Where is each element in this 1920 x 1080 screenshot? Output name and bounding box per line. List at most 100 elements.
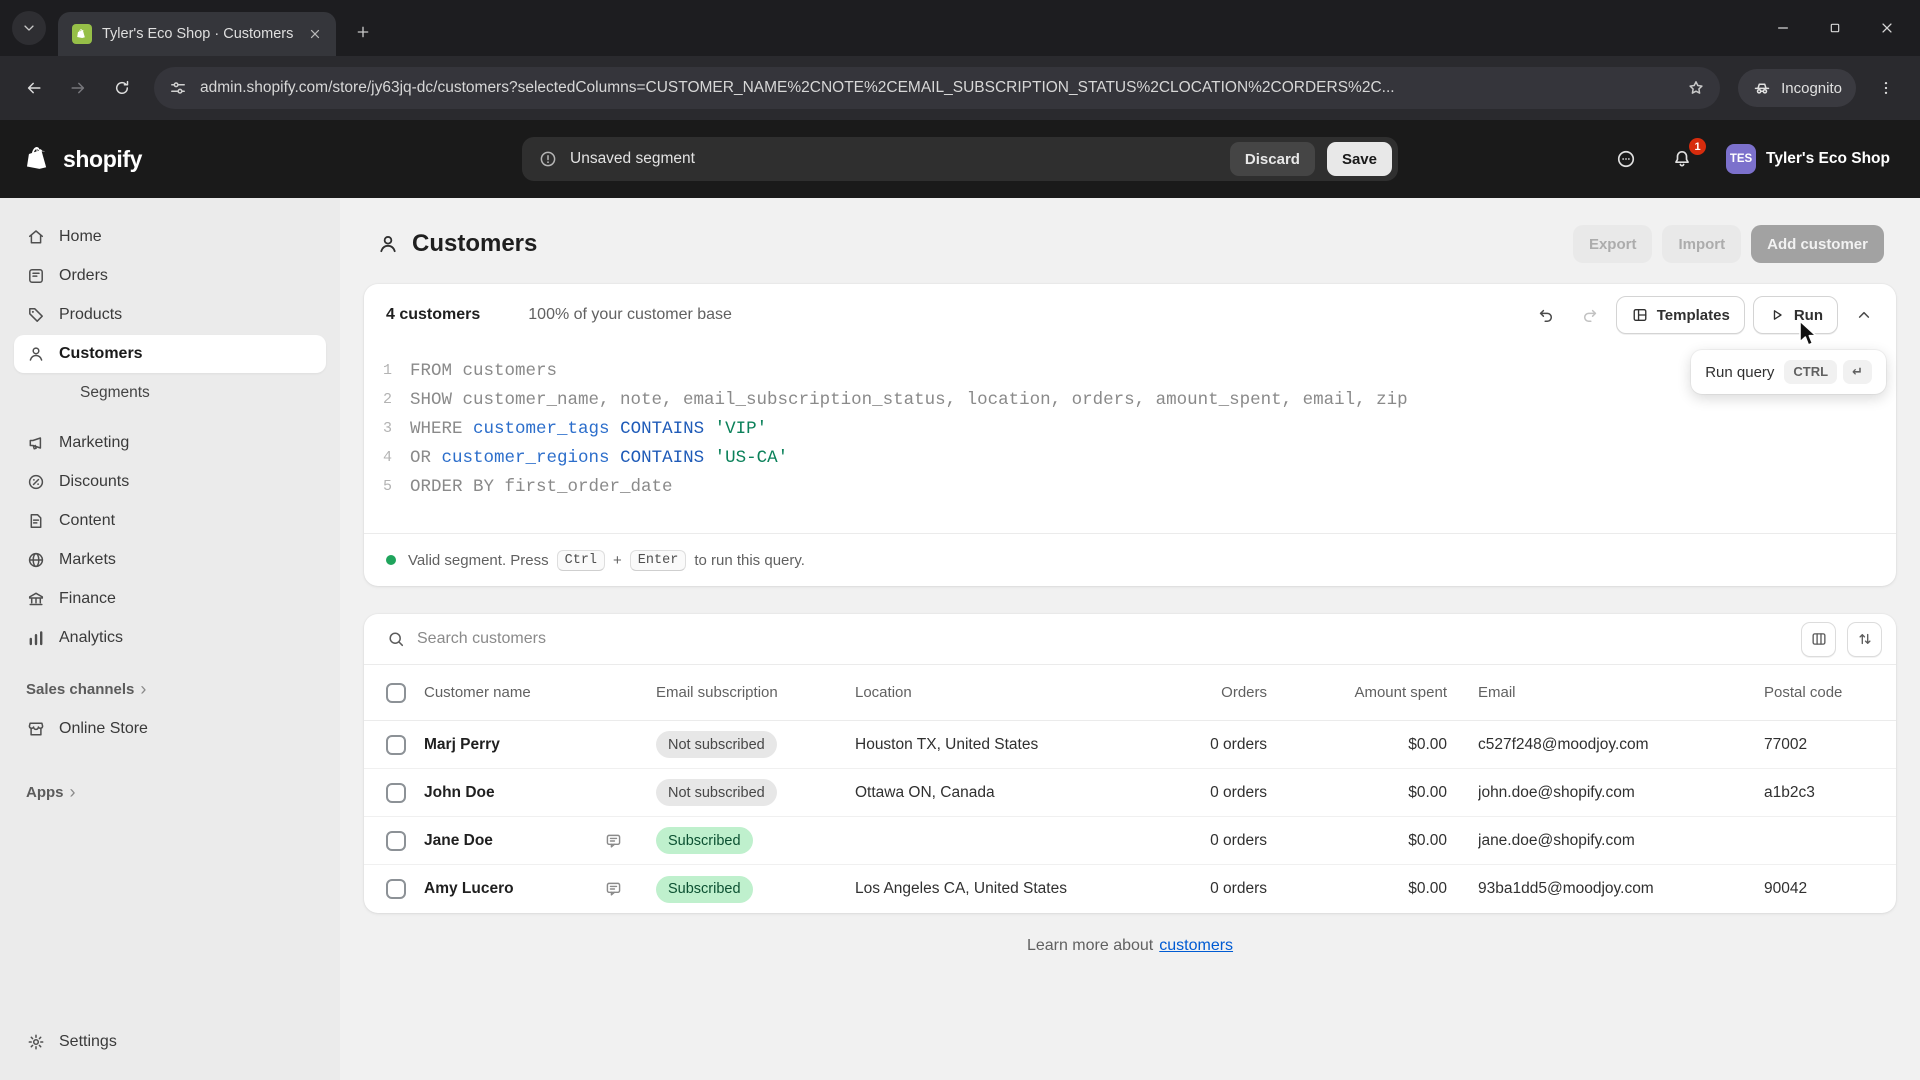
- status-plus: +: [613, 551, 622, 569]
- add-customer-button[interactable]: Add customer: [1751, 225, 1884, 263]
- bookmark-button[interactable]: [1680, 72, 1712, 104]
- sidebar-item-online-store[interactable]: Online Store: [14, 710, 326, 748]
- tab-title: Tyler's Eco Shop · Customers · S...: [102, 26, 294, 42]
- sidebar-item-settings[interactable]: Settings: [14, 1023, 326, 1061]
- browser-menu-button[interactable]: [1866, 68, 1906, 108]
- sidebar-item-markets[interactable]: Markets: [14, 541, 326, 579]
- location-cell: Los Angeles CA, United States: [855, 880, 1067, 897]
- sidebar-section-apps[interactable]: Apps ›: [14, 775, 326, 809]
- tab-close-button[interactable]: [304, 23, 326, 45]
- page-title: Customers: [412, 230, 538, 257]
- sidebar-item-marketing[interactable]: Marketing: [14, 424, 326, 462]
- window-minimize-button[interactable]: [1764, 9, 1802, 47]
- customer-name-link[interactable]: Marj Perry: [424, 736, 500, 753]
- footer-customers-link[interactable]: customers: [1159, 937, 1233, 955]
- alert-circle-icon: [538, 149, 558, 169]
- sidebar-item-orders[interactable]: Orders: [14, 257, 326, 295]
- column-header[interactable]: Amount spent: [1267, 684, 1447, 701]
- subscription-badge: Subscribed: [656, 875, 753, 903]
- row-checkbox[interactable]: [386, 879, 406, 899]
- topbar-right: 1 TES Tyler's Eco Shop: [1608, 137, 1896, 181]
- search-customers-input[interactable]: [417, 630, 1790, 648]
- sidebar-item-home[interactable]: Home: [14, 218, 326, 256]
- columns-icon: [1810, 630, 1828, 648]
- back-button[interactable]: [14, 68, 54, 108]
- column-header[interactable]: Location: [855, 684, 1195, 701]
- main-content: Customers Export Import Add customer 4 c…: [340, 198, 1920, 1080]
- postal-code-cell: a1b2c3: [1764, 783, 1815, 801]
- sidebar-item-customers[interactable]: Customers: [14, 335, 326, 373]
- store-icon: [26, 719, 46, 739]
- discard-button[interactable]: Discard: [1229, 142, 1315, 176]
- window-close-button[interactable]: [1868, 9, 1906, 47]
- export-button[interactable]: Export: [1572, 225, 1653, 263]
- column-header[interactable]: Customer name: [424, 684, 656, 701]
- subscription-badge: Not subscribed: [656, 731, 777, 758]
- column-header[interactable]: Postal code: [1764, 684, 1896, 701]
- run-button[interactable]: Run: [1752, 296, 1838, 334]
- segment-count: 4 customers: [386, 306, 481, 323]
- customer-name-link[interactable]: John Doe: [424, 784, 495, 801]
- location-cell: Houston TX, United States: [855, 735, 1039, 753]
- discounts-icon: [26, 472, 46, 492]
- table-header-row: Customer name Email subscription Location O…: [364, 664, 1896, 721]
- shopify-logo[interactable]: shopify: [24, 144, 142, 174]
- table-row[interactable]: Amy Lucero Subscribed Los Angeles CA, Un…: [364, 865, 1896, 913]
- sidebar-item-content[interactable]: Content: [14, 502, 326, 540]
- table-row[interactable]: Jane Doe Subscribed 0 orders $0.00 jane.…: [364, 817, 1896, 865]
- sidebar-item-products[interactable]: Products: [14, 296, 326, 334]
- customer-name-link[interactable]: Jane Doe: [424, 832, 493, 849]
- sidebar-item-discounts[interactable]: Discounts: [14, 463, 326, 501]
- url-text[interactable]: admin.shopify.com/store/jy63jq-dc/custom…: [200, 79, 1668, 97]
- customer-list-card: Customer nameEmail subscriptionLocationO…: [364, 614, 1896, 913]
- home-icon: [26, 227, 46, 247]
- table-row[interactable]: Marj Perry Not subscribed Houston TX, Un…: [364, 721, 1896, 769]
- row-checkbox[interactable]: [386, 734, 406, 755]
- address-bar[interactable]: admin.shopify.com/store/jy63jq-dc/custom…: [154, 67, 1721, 109]
- new-tab-button[interactable]: [346, 15, 380, 49]
- reload-button[interactable]: [102, 68, 142, 108]
- select-all-cell: [364, 682, 424, 703]
- chevron-right-icon: ›: [69, 781, 76, 802]
- notifications-button[interactable]: 1: [1664, 138, 1706, 177]
- table-row[interactable]: John Doe Not subscribed Ottawa ON, Canad…: [364, 769, 1896, 817]
- sort-button[interactable]: [1847, 621, 1882, 657]
- edit-columns-button[interactable]: [1801, 621, 1836, 657]
- sidebar-item-segments[interactable]: Segments: [14, 374, 326, 412]
- select-all-checkbox[interactable]: [386, 682, 406, 703]
- incognito-label: Incognito: [1781, 79, 1842, 97]
- customer-search-row: [364, 614, 1896, 664]
- email-subscription-cell: Subscribed: [656, 827, 855, 854]
- collapse-editor-button[interactable]: [1846, 297, 1882, 333]
- row-checkbox-cell: [364, 879, 424, 899]
- sidebar-section-sales-channels[interactable]: Sales channels ›: [14, 672, 326, 706]
- browser-tab[interactable]: Tyler's Eco Shop · Customers · S...: [58, 12, 336, 56]
- store-menu[interactable]: TES Tyler's Eco Shop: [1720, 137, 1896, 181]
- forward-button[interactable]: [58, 68, 98, 108]
- window-maximize-button[interactable]: [1816, 9, 1854, 47]
- customer-name-link[interactable]: Amy Lucero: [424, 880, 514, 897]
- row-checkbox[interactable]: [386, 782, 406, 803]
- row-checkbox[interactable]: [386, 830, 406, 851]
- save-button[interactable]: Save: [1326, 142, 1392, 176]
- column-header[interactable]: Email subscription: [656, 684, 855, 701]
- column-header[interactable]: Orders: [1195, 684, 1267, 701]
- status-text-suffix: to run this query.: [694, 551, 805, 569]
- sidebar-item-finance[interactable]: Finance: [14, 580, 326, 618]
- column-header[interactable]: Email: [1478, 684, 1764, 701]
- sidebar-item-label: Content: [59, 512, 116, 529]
- redo-button[interactable]: [1572, 297, 1608, 333]
- sidekick-button[interactable]: [1608, 141, 1644, 177]
- close-icon: [307, 26, 323, 42]
- undo-button[interactable]: [1528, 297, 1564, 333]
- email-cell: jane.doe@shopify.com: [1478, 831, 1635, 849]
- customer-name-cell: Marj Perry: [424, 736, 656, 754]
- tab-search-button[interactable]: [12, 11, 46, 45]
- orders-cell: 0 orders: [1210, 831, 1267, 849]
- segment-query-editor[interactable]: 1 FROM customers 2 SHOW customer_name, note…: [364, 346, 1896, 533]
- import-button[interactable]: Import: [1662, 225, 1742, 263]
- templates-label: Templates: [1656, 306, 1730, 324]
- templates-icon: [1631, 306, 1649, 324]
- sidebar-item-analytics[interactable]: Analytics: [14, 619, 326, 657]
- templates-button[interactable]: Templates: [1615, 296, 1745, 334]
